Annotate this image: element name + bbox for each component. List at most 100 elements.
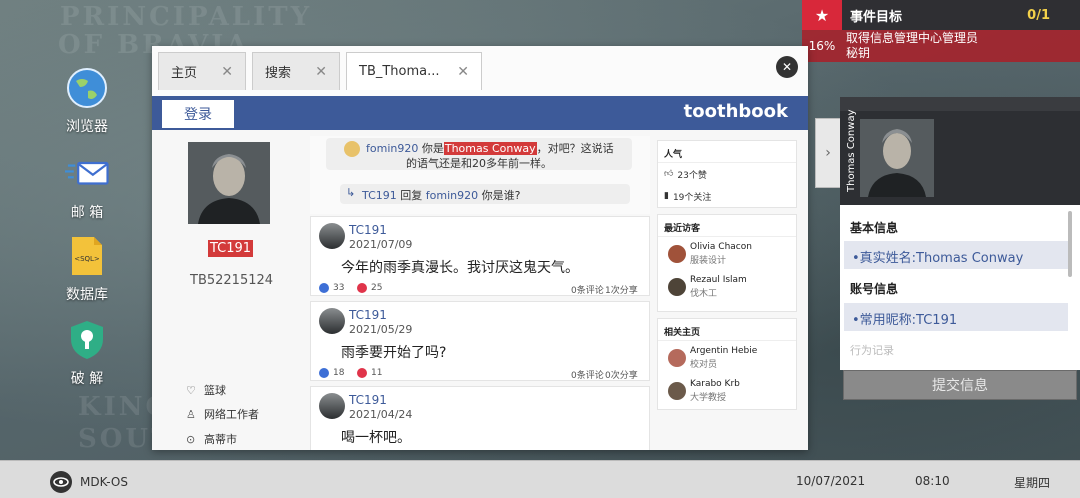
like-count[interactable]: 33 [319,283,344,293]
visitor-name: Olivia Chacon [690,242,752,252]
browser-window: 主页 ✕ 搜索 ✕ TB_Thoma... ✕ ✕ 登录 toothbook T… [152,46,808,450]
comment-thread: fomin920 你是Thomas Conway，对吧？这说话 的语气还是和20… [310,136,650,214]
nickname-field[interactable]: •常用昵称:TC191 [844,303,1068,331]
thumbs-up-icon [319,283,329,293]
close-tab-icon[interactable]: ✕ [457,64,469,80]
basic-info-title: 基本信息 [850,221,899,235]
post-author[interactable]: TC191 [349,393,387,407]
highlighted-name[interactable]: Thomas Conway [443,142,537,155]
comment-author[interactable]: fomin920 [366,142,418,155]
submit-info-button[interactable]: 提交信息 [843,370,1077,400]
profile-detail-text: 高蒂市 [204,433,237,446]
reply-author[interactable]: TC191 [362,189,397,202]
username-tag: TC191 [208,240,254,257]
share-count[interactable]: 0次分享 [605,368,638,381]
comment-count[interactable]: 0条评论 [571,368,604,381]
comment-text: 你是 [421,142,444,155]
os-name: MDK-OS [80,475,128,489]
popularity-box: 人气 👍︎ 23个赞 ▮ 19个关注 [657,140,797,208]
tab-label: 主页 [171,66,198,81]
comment: fomin920 你是Thomas Conway，对吧？这说话 的语气还是和20… [326,138,632,170]
vertical-name: Thomas Conway [846,109,857,193]
follows-row: ▮ 19个关注 [658,185,796,207]
related-item[interactable]: Karabo Krb 大学教授 [658,374,796,407]
related-item[interactable]: Argentin Hebie 校对员 [658,341,796,374]
tab-profile[interactable]: TB_Thoma... ✕ [346,52,482,90]
desktop-icon-mail[interactable]: 邮 箱 [52,152,122,222]
avatar [319,393,345,419]
envelope-icon [65,152,109,196]
tab-label: TB_Thoma... [359,64,440,79]
heart-number: 11 [371,368,383,378]
likes-text: 23个赞 [677,170,707,181]
share-count[interactable]: 1次分享 [605,283,638,296]
avatar [319,223,345,249]
post: TC191 2021/07/09 今年的雨季真漫长。我讨厌这鬼天气。 33 25… [310,216,650,296]
avatar [188,142,270,224]
likes-row: 👍︎ 23个赞 [658,163,796,185]
visitor-name: Rezaul Islam [690,275,747,285]
desktop-icon-database[interactable]: <SQL> 数据库 [52,234,122,304]
tab-home[interactable]: 主页 ✕ [158,52,246,90]
os-menu-button[interactable]: MDK-OS [50,471,128,493]
objective-title: 事件目标 [850,9,903,25]
post-date: 2021/05/29 [349,323,413,336]
post-feed[interactable]: fomin920 你是Thomas Conway，对吧？这说话 的语气还是和20… [310,136,650,450]
location-icon: ⊙ [186,432,196,446]
heart-icon [357,368,367,378]
sticker-icon [344,141,360,157]
panel-title-bar [840,97,1080,111]
login-button[interactable]: 登录 [162,100,234,128]
related-role: 大学教授 [690,393,727,403]
site-logo: toothbook [683,101,788,122]
visitor-item[interactable]: Olivia Chacon 服装设计 [658,237,796,270]
avatar [668,382,686,400]
like-number: 18 [333,368,345,378]
database-file-icon: <SQL> [65,234,109,278]
profile-job: ♙ 网络工作者 [186,406,259,422]
like-number: 33 [333,283,345,293]
related-name: Karabo Krb [690,379,740,389]
close-tab-icon[interactable]: ✕ [221,64,233,80]
thumbs-up-icon: 👍︎ [664,169,674,179]
heart-count[interactable]: 25 [357,283,382,293]
related-role: 校对员 [690,360,718,370]
desktop-icon-label: 浏览器 [66,119,108,135]
visitor-item[interactable]: Rezaul Islam 伐木工 [658,270,796,303]
avatar [319,308,345,334]
objective-percent: 16% [808,39,836,53]
collapse-panel-button[interactable]: › [815,118,841,188]
desktop-icon-label: 邮 箱 [70,205,104,221]
box-title: 最近访客 [658,215,796,237]
profile-hobby: ♡ 篮球 [186,382,226,398]
post-author[interactable]: TC191 [349,223,387,237]
post-text: 喝一杯吧。 [341,430,411,446]
heart-icon: ♡ [186,383,196,397]
desktop-icon-browser[interactable]: 浏览器 [52,66,122,136]
bars-icon: ▮ [664,191,669,201]
tab-search[interactable]: 搜索 ✕ [252,52,340,90]
close-window-button[interactable]: ✕ [776,56,798,78]
scrollbar[interactable] [1068,211,1072,277]
reply-verb: 回复 [400,189,423,202]
heart-count[interactable]: 11 [357,368,382,378]
real-name-field[interactable]: •真实姓名:Thomas Conway [844,241,1068,269]
post: TC191 2021/04/24 喝一杯吧。 [310,386,650,450]
profile-detail-text: 篮球 [204,384,226,397]
shield-key-icon [65,318,109,362]
objective-panel: ★ 事件目标 0/1 16% 取得信息管理中心管理员 秘钥 [802,0,1080,62]
close-tab-icon[interactable]: ✕ [315,64,327,80]
post-author[interactable]: TC191 [349,308,387,322]
desktop-icon-crack[interactable]: 破 解 [52,318,122,388]
star-icon: ★ [802,0,842,30]
desktop-icon-label: 数据库 [66,287,108,303]
avatar [668,349,686,367]
reply-target[interactable]: fomin920 [426,189,478,202]
comment-count[interactable]: 0条评论 [571,283,604,296]
tie-icon: ♙ [186,407,196,421]
tab-bar: 主页 ✕ 搜索 ✕ TB_Thoma... ✕ ✕ [152,46,808,96]
reply-arrow-icon: ↳ [346,186,356,199]
comment-text: ，对吧？这说话 [536,142,614,155]
profile-detail-text: 网络工作者 [204,408,259,421]
like-count[interactable]: 18 [319,368,344,378]
